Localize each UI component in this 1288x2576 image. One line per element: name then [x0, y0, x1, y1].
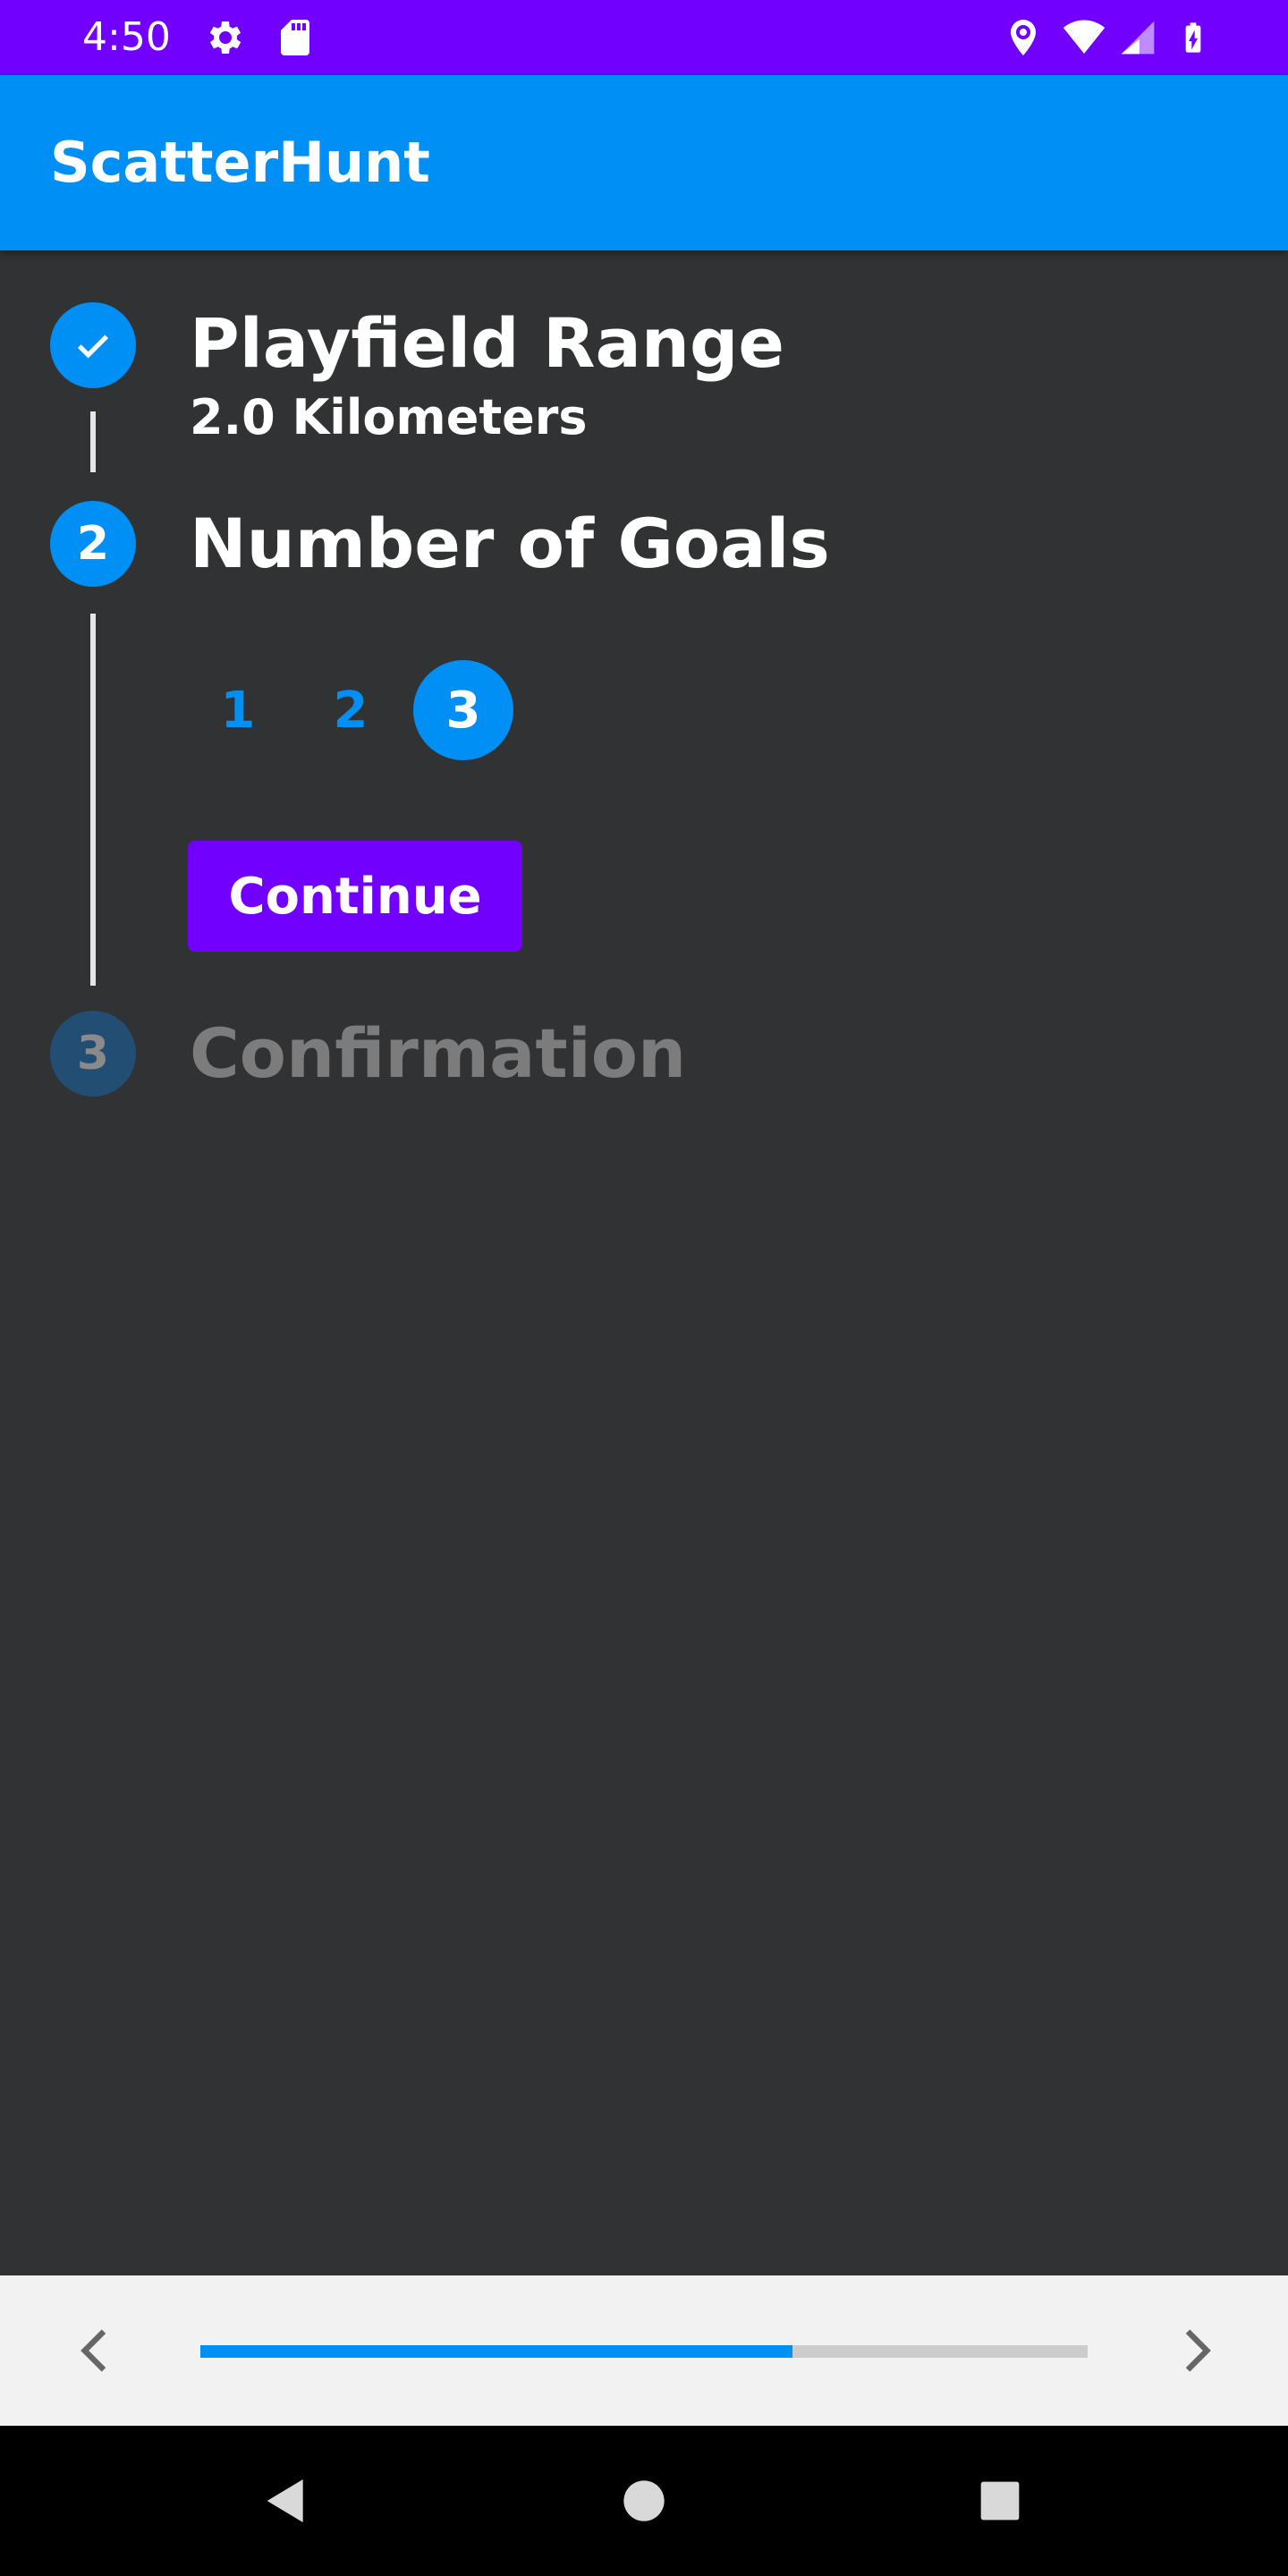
step-1-subtitle: 2.0 Kilometers — [190, 389, 588, 445]
step-1-title[interactable]: Playfield Range — [190, 301, 784, 386]
battery-charging-icon — [1185, 22, 1201, 53]
back-icon[interactable] — [258, 2472, 315, 2529]
recents-icon[interactable] — [971, 2472, 1029, 2529]
app-bar: ScatterHunt — [0, 75, 1288, 250]
stepper: Playfield Range 2.0 Kilometers 2 Number … — [0, 250, 1288, 2275]
status-bar: 4:50 — [0, 0, 1288, 75]
check-icon — [77, 335, 109, 359]
system-navigation-bar — [0, 2426, 1288, 2576]
chevron-left-icon[interactable] — [68, 2322, 125, 2379]
step-2-title[interactable]: Number of Goals — [190, 501, 830, 587]
progress-bar — [200, 2345, 1088, 2358]
step-connector — [90, 411, 96, 472]
step-3-indicator[interactable]: 3 — [50, 1011, 136, 1097]
continue-button[interactable]: Continue — [188, 841, 522, 952]
goal-option-3[interactable]: 3 — [413, 660, 513, 760]
signal-icon — [1121, 21, 1155, 55]
step-3-title[interactable]: Confirmation — [190, 1011, 686, 1097]
location-icon — [1011, 20, 1036, 55]
progress-bar-fill — [200, 2345, 792, 2358]
step-connector — [90, 614, 96, 986]
step-2-indicator[interactable]: 2 — [50, 501, 136, 587]
chevron-right-icon[interactable] — [1166, 2322, 1224, 2379]
wifi-icon — [1063, 20, 1106, 54]
bottom-navigation-bar — [0, 2275, 1288, 2426]
goal-option-2[interactable]: 2 — [301, 660, 401, 760]
step-1-indicator[interactable] — [50, 302, 136, 388]
sd-card-icon — [281, 20, 309, 55]
status-time: 4:50 — [82, 14, 171, 60]
goal-option-1[interactable]: 1 — [188, 660, 288, 760]
app-title: ScatterHunt — [50, 130, 430, 195]
home-icon[interactable] — [615, 2472, 673, 2529]
gear-icon — [209, 21, 242, 54]
